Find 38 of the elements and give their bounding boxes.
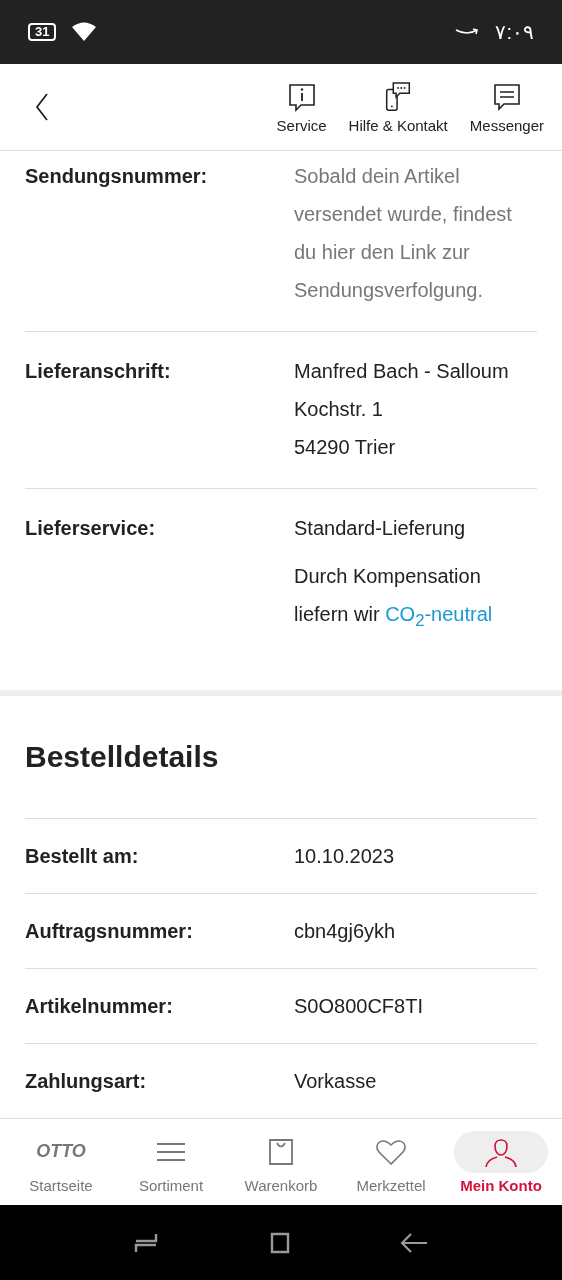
field-label: Lieferservice: [25, 516, 157, 541]
field-label: Lieferanschrift: [25, 359, 172, 384]
nav-tab[interactable]: Sortiment [124, 1130, 218, 1194]
field-label: Auftragsnummer: [25, 919, 194, 944]
field-value: Manfred Bach - Salloum [294, 359, 510, 384]
field-label: Zahlungsart: [25, 1069, 148, 1094]
header-action-button[interactable]: Service [272, 80, 331, 134]
bag-icon [268, 1137, 294, 1166]
field-value: Kochstr. 1 [294, 397, 384, 422]
nav-tab[interactable]: Merkzettel [344, 1130, 438, 1194]
field-value: Vorkasse [294, 1069, 378, 1094]
co2-link[interactable]: CO$_{2}$-neutral [385, 603, 493, 625]
header-action-button[interactable]: Hilfe & Kontakt [344, 80, 452, 134]
smile-arrow-icon [455, 28, 480, 36]
field-value: 54290 Trier [294, 435, 397, 460]
field-label: Sendungsnummer: [25, 164, 209, 189]
back-arrow-icon [400, 1231, 428, 1254]
nav-tab[interactable]: OTTO Startseite [14, 1130, 108, 1194]
section-title: Bestelldetails [25, 739, 220, 775]
menu-icon [156, 1140, 186, 1163]
recent-apps-icon [134, 1231, 158, 1254]
home-icon [268, 1231, 290, 1254]
field-label: Bestellt am: [25, 844, 140, 869]
back-chevron-icon [34, 92, 50, 122]
header-action-button[interactable]: Messenger [465, 80, 548, 134]
field-value: S0O800CF8TI [294, 994, 424, 1019]
field-value: Sobald dein Artikel versendet wurde, findest du hier den Link zur Sendungsverfolgung. [294, 164, 513, 303]
wifi-icon [72, 22, 97, 42]
logo-text: OTTO [36, 1141, 86, 1162]
heart-icon [375, 1137, 407, 1166]
battery-icon: 31 [28, 23, 57, 41]
field-value: cbn4gj6ykh [294, 919, 397, 944]
clock-time: ٧:٠٩ [495, 20, 534, 44]
field-value: 10.10.2023 [294, 844, 396, 869]
field-value: Standard-Lieferung [294, 516, 467, 541]
note-text: Durch Kompensation liefern wir CO$_{2}$-neutral [294, 564, 494, 632]
field-label: Artikelnummer: [25, 994, 174, 1019]
nav-tab[interactable]: Warenkorb [234, 1130, 328, 1194]
